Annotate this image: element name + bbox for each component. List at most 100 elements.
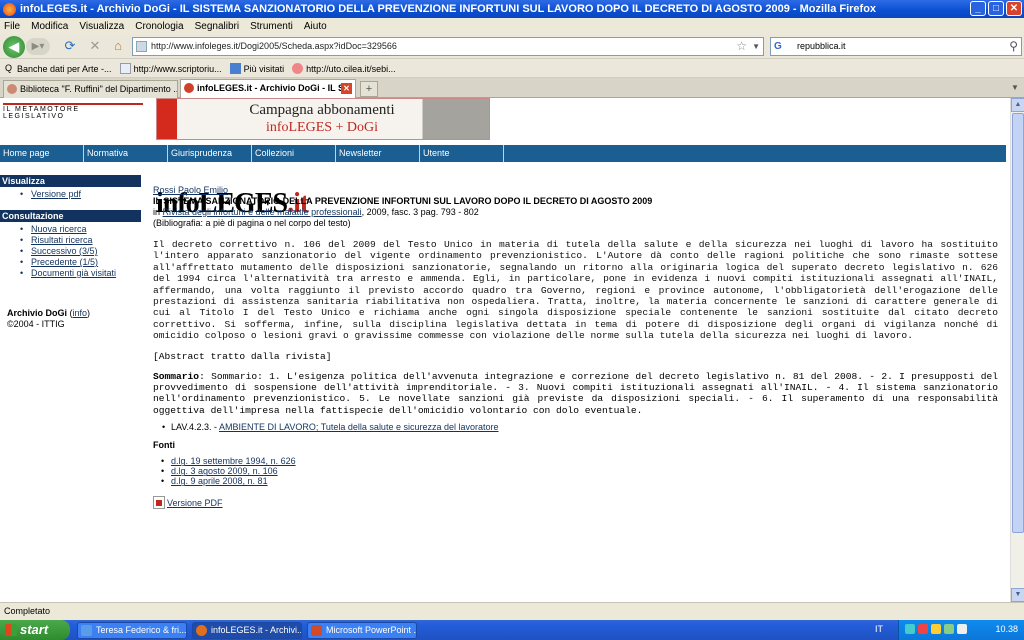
menu-modifica[interactable]: Modifica bbox=[31, 21, 68, 32]
window-title: infoLEGES.it - Archivio DoGi - IL SISTEM… bbox=[20, 3, 877, 15]
tab-biblioteca[interactable]: Biblioteca "F. Ruffini" del Dipartimento… bbox=[3, 80, 178, 98]
menu-segnalibri[interactable]: Segnalibri bbox=[195, 21, 239, 32]
bookmark-item[interactable]: Più visitati bbox=[229, 63, 284, 74]
scroll-up-icon[interactable]: ▲ bbox=[1011, 98, 1024, 112]
copyright: ©2004 - ITTIG bbox=[7, 319, 65, 329]
close-button[interactable]: ✕ bbox=[1006, 1, 1022, 16]
powerpoint-icon bbox=[311, 625, 322, 636]
windows-taskbar: start Teresa Federico & fri... infoLEGES… bbox=[0, 620, 1024, 640]
sidebar-item-nuova-ricerca[interactable]: Nuova ricerca bbox=[20, 224, 116, 235]
search-box[interactable]: G repubblica.it ⚲ bbox=[770, 37, 1022, 56]
nav-home-page[interactable]: Home page bbox=[0, 145, 84, 162]
bookmark-item[interactable]: Q Banche dati per Arte -... bbox=[3, 63, 112, 74]
taskbar-item-active[interactable]: infoLEGES.it - Archivi... bbox=[192, 622, 302, 639]
address-dropdown-icon[interactable]: ▼ bbox=[752, 38, 760, 55]
citation: in Rivista degli infortuni e delle malat… bbox=[153, 207, 479, 217]
menu-cronologia[interactable]: Cronologia bbox=[135, 21, 183, 32]
stop-icon[interactable]: ✕ bbox=[87, 38, 103, 54]
tray-security-icon[interactable] bbox=[918, 624, 928, 634]
tray-network-icon[interactable] bbox=[905, 624, 915, 634]
pdf-version-link[interactable]: Versione PDF bbox=[153, 496, 998, 510]
maximize-button[interactable]: □ bbox=[988, 1, 1004, 16]
nav-giurisprudenza[interactable]: Giurisprudenza bbox=[168, 145, 252, 162]
nav-normativa[interactable]: Normativa bbox=[84, 145, 168, 162]
bookmark-item[interactable]: http://uto.cilea.it/sebi... bbox=[292, 63, 396, 74]
status-bar: Completato bbox=[0, 602, 1024, 620]
reload-icon[interactable]: ⟳ bbox=[62, 38, 78, 54]
nav-collezioni[interactable]: Collezioni bbox=[252, 145, 336, 162]
site-nav: Home page Normativa Giurisprudenza Colle… bbox=[0, 145, 1006, 162]
menu-file[interactable]: File bbox=[4, 21, 20, 32]
nav-newsletter[interactable]: Newsletter bbox=[336, 145, 420, 162]
author-link[interactable]: Rossi Paolo Emilio bbox=[153, 185, 998, 195]
new-tab-button[interactable]: + bbox=[360, 81, 378, 97]
nav-filler bbox=[504, 145, 1006, 162]
navigation-toolbar: ◀ ▶▾ ⟳ ✕ ⌂ http://www.infoleges.it/Dogi2… bbox=[0, 34, 1024, 59]
address-url: http://www.infoleges.it/Dogi2005/Scheda.… bbox=[151, 41, 397, 51]
sidebar-consultazione-heading: Consultazione bbox=[0, 210, 141, 222]
tab-favicon-icon bbox=[7, 84, 17, 94]
start-button[interactable]: start bbox=[0, 620, 70, 640]
tab-bar: Biblioteca "F. Ruffini" del Dipartimento… bbox=[0, 78, 1024, 98]
windows-logo-icon bbox=[5, 624, 17, 636]
menu-visualizza[interactable]: Visualizza bbox=[79, 21, 124, 32]
clock: 10.38 bbox=[995, 624, 1018, 634]
sidebar-item-risultati-ricerca[interactable]: Risultati ricerca bbox=[20, 235, 116, 246]
address-bar[interactable]: http://www.infoleges.it/Dogi2005/Scheda.… bbox=[132, 37, 764, 56]
search-icon[interactable]: ⚲ bbox=[1009, 38, 1018, 55]
tab-list-icon[interactable]: ▼ bbox=[1008, 81, 1022, 95]
subscription-banner[interactable]: Campagna abbonamenti infoLEGES + DoGi bbox=[156, 98, 490, 140]
sidebar-item-versione-pdf[interactable]: Versione pdf bbox=[20, 189, 81, 200]
archivio-info-link[interactable]: info bbox=[73, 308, 88, 318]
abstract-note: [Abstract tratto dalla rivista] bbox=[153, 350, 332, 362]
language-indicator[interactable]: IT bbox=[875, 624, 883, 634]
tab-favicon-icon bbox=[184, 83, 194, 93]
tray-app-icon[interactable] bbox=[944, 624, 954, 634]
tab-infoleges[interactable]: infoLEGES.it - Archivio DoGi - IL S... ✕ bbox=[180, 79, 356, 98]
subject-entry: LAV.4.2.3. - AMBIENTE DI LAVORO; Tutela … bbox=[153, 422, 998, 432]
source-link[interactable]: d.lg. 19 settembre 1994, n. 626 bbox=[161, 456, 998, 466]
sidebar-item-precedente[interactable]: Precedente (1/5) bbox=[20, 257, 116, 268]
search-input[interactable]: repubblica.it bbox=[797, 41, 846, 51]
menu-bar: File Modifica Visualizza Cronologia Segn… bbox=[0, 18, 1024, 34]
back-button[interactable]: ◀ bbox=[3, 36, 25, 58]
infoleges-logo[interactable]: infoLEGES.it IL METAMOTORE LEGISLATIVO bbox=[3, 102, 309, 219]
system-tray: IT 10.38 bbox=[875, 620, 1024, 640]
summary: Sommario: Sommario: 1. L'esigenza politi… bbox=[153, 370, 998, 416]
abstract-text: Il decreto correttivo n. 106 del 2009 de… bbox=[153, 239, 998, 342]
bookmark-star-icon[interactable]: ☆ bbox=[736, 38, 747, 55]
taskbar-item[interactable]: Teresa Federico & fri... bbox=[77, 622, 187, 639]
page-icon bbox=[119, 63, 131, 74]
tab-close-icon[interactable]: ✕ bbox=[341, 83, 352, 94]
bookmarks-toolbar: Q Banche dati per Arte -... http://www.sc… bbox=[0, 60, 1024, 78]
menu-strumenti[interactable]: Strumenti bbox=[250, 21, 293, 32]
subject-link[interactable]: AMBIENTE DI LAVORO; Tutela della salute … bbox=[219, 422, 498, 432]
tray-volume-icon[interactable] bbox=[957, 624, 967, 634]
article-title: IL SISTEMA SANZIONATORIO DELLA PREVENZIO… bbox=[153, 196, 653, 206]
sidebar-visualizza-heading: Visualizza bbox=[0, 175, 141, 187]
bibliography-note: (Bibliografia: a piè di pagina o nel cor… bbox=[153, 218, 351, 228]
window-titlebar: infoLEGES.it - Archivio DoGi - IL SISTEM… bbox=[0, 0, 1024, 18]
forward-button[interactable]: ▶▾ bbox=[26, 38, 50, 55]
journal-link[interactable]: Rivista degli infortuni e delle malattie… bbox=[163, 207, 362, 217]
menu-aiuto[interactable]: Aiuto bbox=[304, 21, 327, 32]
page-content: infoLEGES.it IL METAMOTORE LEGISLATIVO C… bbox=[0, 98, 1010, 602]
magnifier-icon: Q bbox=[4, 63, 12, 73]
source-link[interactable]: d.lg. 9 aprile 2008, n. 81 bbox=[161, 476, 998, 486]
home-icon[interactable]: ⌂ bbox=[110, 38, 126, 54]
messenger-icon bbox=[81, 625, 92, 636]
sidebar-item-documenti-visitati[interactable]: Documenti già visitati bbox=[20, 268, 116, 279]
sources-heading: Fonti bbox=[153, 440, 175, 451]
scroll-thumb[interactable] bbox=[1012, 113, 1024, 533]
site-favicon-icon bbox=[136, 41, 147, 52]
search-engine-icon[interactable]: G bbox=[774, 41, 786, 53]
sidebar-item-successivo[interactable]: Successivo (3/5) bbox=[20, 246, 116, 257]
vertical-scrollbar[interactable]: ▲ ▼ bbox=[1010, 98, 1024, 602]
source-link[interactable]: d.lg. 3 agosto 2009, n. 106 bbox=[161, 466, 998, 476]
nav-utente[interactable]: Utente bbox=[420, 145, 504, 162]
scroll-down-icon[interactable]: ▼ bbox=[1011, 588, 1024, 602]
tray-update-icon[interactable] bbox=[931, 624, 941, 634]
taskbar-item[interactable]: Microsoft PowerPoint ... bbox=[307, 622, 417, 639]
bookmark-item[interactable]: http://www.scriptoriu... bbox=[119, 63, 222, 74]
minimize-button[interactable]: _ bbox=[970, 1, 986, 16]
